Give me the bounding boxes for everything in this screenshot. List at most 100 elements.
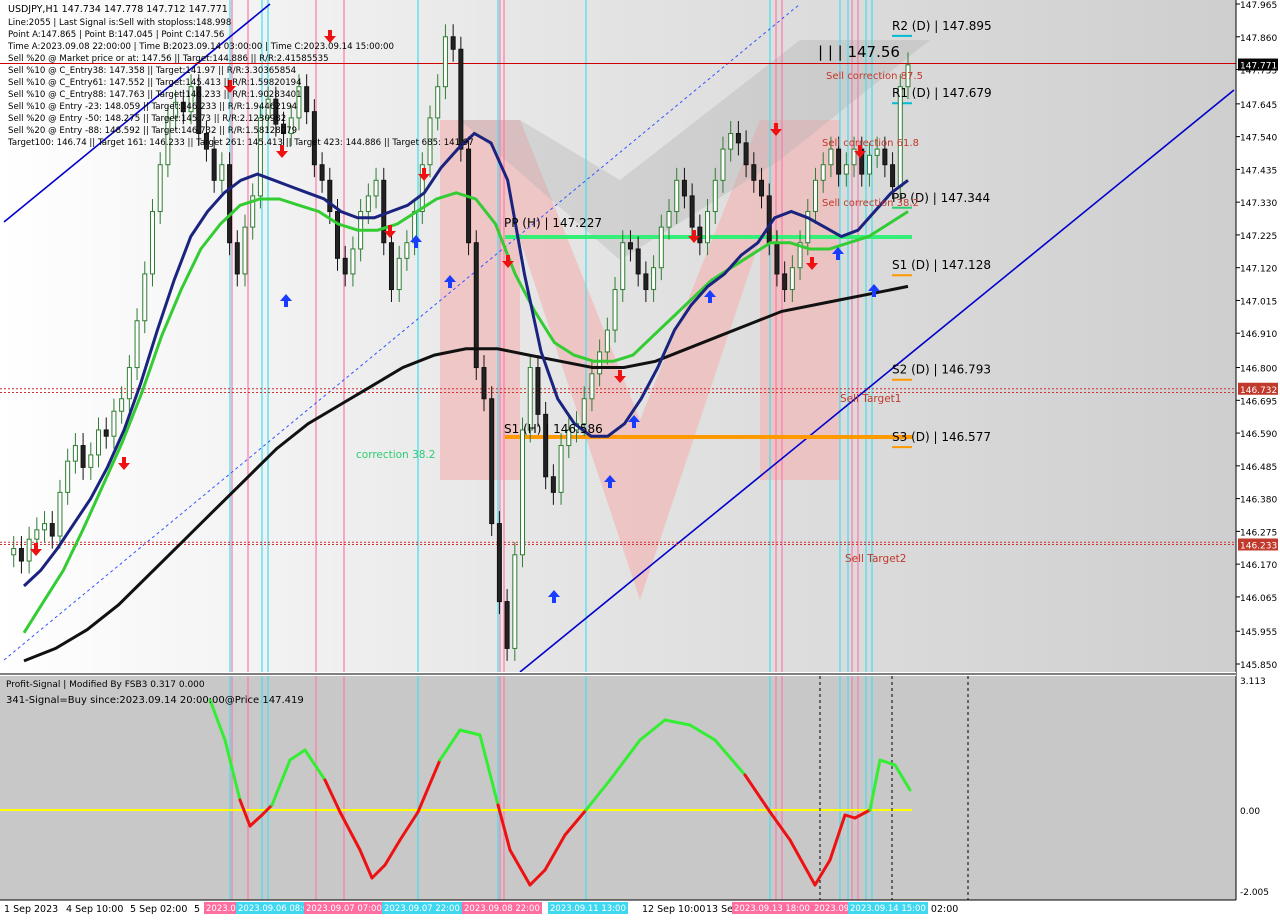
candle-body-62 [481,367,487,400]
candle-body-11 [88,454,94,468]
candle-body-88 [681,179,687,197]
price-axis-label-11: 146.800 [1240,365,1277,375]
chart-window: USDJPY,H1 147.734 147.778 147.712 147.77… [0,0,1280,920]
candle-body-69 [535,367,541,415]
candle-body-114 [882,148,888,166]
candle-body-39 [304,86,310,113]
candle-body-4 [34,529,40,540]
price-axis-label-5: 147.435 [1240,166,1277,176]
candle-body-27 [211,148,217,181]
price-axis-label-20: 145.850 [1240,661,1277,671]
candle-body-50 [388,242,394,291]
candle-body-30 [234,242,240,275]
candle-body-41 [319,164,325,181]
candle-body-82 [635,248,641,275]
info-line-0: Line:2055 | Last Signal is:Sell with sto… [8,18,231,28]
candle-body-77 [597,351,603,375]
time-tag-4: 2023.09.08 22:00 [464,904,540,914]
time-tag-6: 2023.09.13 18:00 [734,904,810,914]
time-tag-5: 2023.09.11 13:00 [550,904,626,914]
candle-body-59 [458,48,464,150]
candle-body-47 [365,195,371,213]
candle-body-48 [373,179,379,197]
candle-body-3 [26,538,32,562]
price-axis-label-9: 147.015 [1240,297,1277,307]
pivot-label-3: S1 (D) | 147.128 [892,258,991,272]
info-line-5: Sell %10 @ C_Entry61: 147.552 || Target:… [8,78,302,88]
candle-body-76 [589,373,595,400]
candle-body-5 [42,523,48,531]
candle-body-8 [65,460,71,493]
info-line-6: Sell %10 @ C_Entry88: 147.763 || Target:… [8,90,302,100]
candle-body-29 [227,164,233,244]
price-axis-label-3: 147.645 [1240,101,1277,111]
chart-label-8: Sell Target2 [845,553,906,565]
price-axis-label-7: 147.225 [1240,232,1277,242]
price-tag-2: 146.233 [1240,541,1277,551]
candle-body-7 [57,491,63,537]
price-axis-label-19: 145.955 [1240,628,1277,638]
candle-body-18 [142,273,148,322]
candle-body-57 [442,36,448,88]
time-axis-label-5: 13 Se [706,904,733,915]
candle-body-86 [666,211,672,228]
candle-body-99 [766,195,772,244]
candle-body-87 [674,179,680,213]
time-axis-label-4: 12 Sep 10:00 [642,904,705,915]
candle-body-91 [705,211,711,244]
candle-body-83 [643,273,649,291]
candle-body-106 [820,164,826,181]
price-axis-label-17: 146.170 [1240,561,1277,571]
price-chart[interactable]: USDJPY,H1 147.734 147.778 147.712 147.77… [0,0,1280,920]
pivot-label-1: R1 (D) | 147.679 [892,86,992,100]
candle-body-9 [72,445,78,462]
candle-body-45 [350,248,356,275]
chart-label-6: correction 38.2 [356,449,435,461]
candle-body-19 [149,211,155,275]
candle-body-107 [828,148,834,166]
candle-body-16 [126,367,132,400]
candle-body-64 [496,523,502,603]
price-tag-1: 146.732 [1240,386,1277,396]
info-line-2: Time A:2023.09.08 22:00:00 | Time B:2023… [7,42,394,52]
candle-body-28 [219,164,225,181]
price-axis-label-4: 147.540 [1240,134,1277,144]
info-line-7: Sell %10 @ Entry -23: 148.059 || Target:… [8,102,297,112]
price-axis-label-0: 147.965 [1240,1,1277,11]
info-line-9: Sell %20 @ Entry -88: 148.592 || Target:… [8,126,297,136]
price-axis-label-1: 147.860 [1240,34,1277,44]
indicator-axis-label-1: 0.00 [1240,807,1260,817]
candle-body-98 [759,179,765,197]
price-axis-label-8: 147.120 [1240,265,1277,275]
indicator-axis-label-2: -2.005 [1240,888,1269,898]
candle-body-79 [612,289,618,331]
price-axis-label-6: 147.330 [1240,199,1277,209]
candle-body-43 [335,211,341,259]
candle-body-20 [157,164,163,213]
candle-body-93 [720,148,726,181]
price-axis-label-18: 146.065 [1240,594,1277,604]
candle-body-14 [111,410,117,437]
price-axis-label-14: 146.485 [1240,463,1277,473]
time-axis-label-1: 4 Sep 10:00 [66,904,123,915]
candle-body-81 [627,242,633,250]
candle-body-85 [658,226,664,269]
price-axis-label-13: 146.590 [1240,430,1277,440]
chart-label-2: Sell correction 61.8 [822,138,919,149]
candle-body-94 [728,133,734,150]
candle-body-13 [103,429,109,437]
time-axis-label-2: 5 Sep 02:00 [130,904,187,915]
info-line-4: Sell %10 @ C_Entry38: 147.358 || Target:… [8,66,296,76]
candle-body-75 [581,398,587,425]
candle-body-100 [774,242,780,275]
candle-body-72 [558,445,564,493]
candle-body-12 [96,429,102,456]
chart-label-1: Sell correction 87.5 [826,71,923,82]
candle-body-1 [11,548,17,556]
candle-body-105 [812,179,818,213]
pivot-label-0: R2 (D) | 147.895 [892,19,992,33]
price-axis-label-12: 146.695 [1240,397,1277,407]
candle-body-80 [620,242,626,291]
candle-body-101 [782,273,788,291]
candle-body-89 [689,195,695,228]
